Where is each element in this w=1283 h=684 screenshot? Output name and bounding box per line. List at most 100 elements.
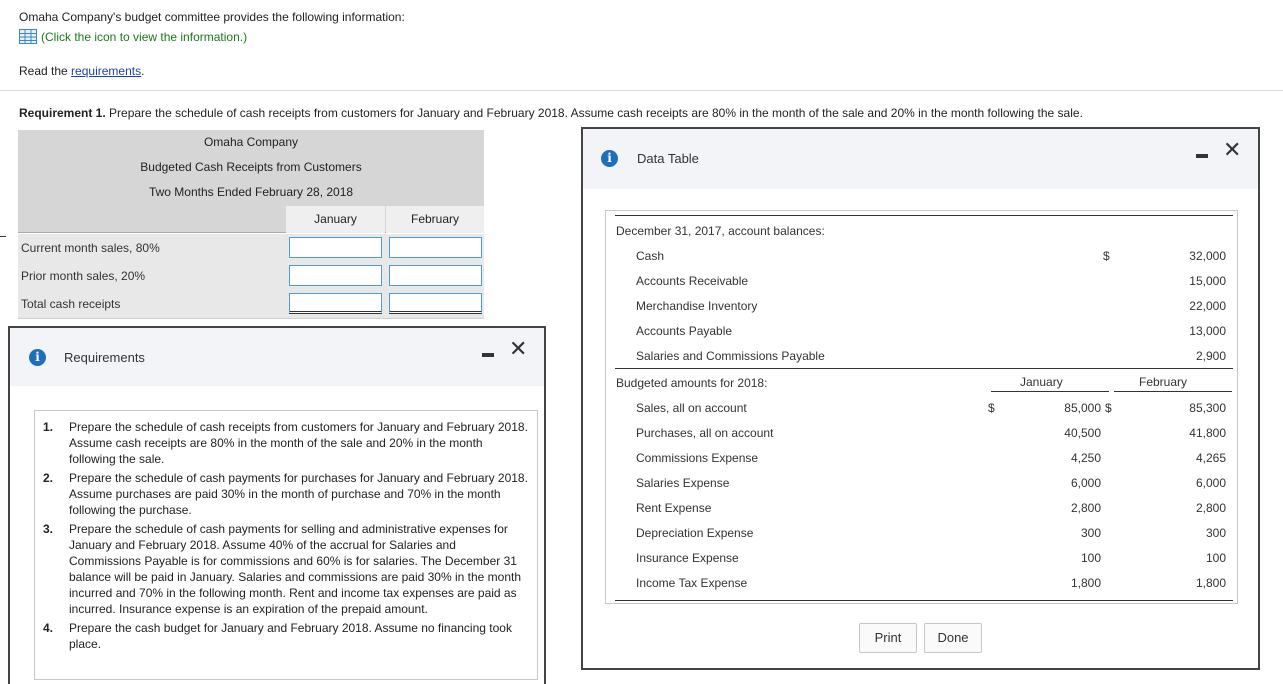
requirements-link[interactable]: requirements — [71, 64, 141, 78]
budget-february-value: 85,300 — [1189, 401, 1226, 415]
column-january: January — [286, 206, 385, 233]
budget-label: Depreciation Expense — [636, 526, 754, 540]
balance-value: 2,900 — [1195, 349, 1226, 363]
item-text: Prepare the cash budget for January and … — [69, 621, 512, 651]
list-item: 2. Prepare the schedule of cash payments… — [43, 470, 531, 518]
input-current-january[interactable] — [289, 237, 382, 258]
balance-value: 22,000 — [1189, 299, 1226, 313]
budget-heading: Budgeted amounts for 2018: — [616, 376, 768, 390]
input-total-february[interactable] — [389, 293, 482, 314]
item-text: Prepare the schedule of cash receipts fr… — [69, 420, 528, 466]
row-label: Total cash receipts — [21, 297, 121, 311]
budget-currency: $ — [988, 401, 995, 415]
budget-label: Insurance Expense — [636, 551, 739, 565]
balance-value: 32,000 — [1189, 249, 1226, 263]
list-item: 4. Prepare the cash budget for January a… — [43, 620, 531, 652]
budget-col-january: January — [1020, 375, 1063, 389]
item-text: Prepare the schedule of cash payments fo… — [69, 522, 522, 616]
read-requirements-line: Read the requirements. — [19, 64, 144, 78]
budget-january-value: 40,500 — [1064, 426, 1101, 440]
balance-label: Accounts Receivable — [636, 274, 749, 288]
budget-january-value: 2,800 — [1070, 501, 1101, 515]
close-icon[interactable]: ✕ — [509, 339, 527, 361]
item-number: 4. — [43, 621, 54, 635]
budget-january-value: 300 — [1080, 526, 1101, 540]
info-icon: i — [29, 349, 46, 366]
requirement-1-label: Requirement 1. — [19, 106, 106, 120]
budget-label: Sales, all on account — [636, 401, 747, 415]
click-icon-text: (Click the icon to view the information.… — [41, 29, 248, 44]
rule-top — [615, 215, 1233, 216]
divider — [0, 90, 1283, 91]
schedule-company: Omaha Company — [203, 135, 299, 149]
budget-february-value: 2,800 — [1195, 501, 1226, 515]
column-february: February — [386, 206, 484, 233]
input-prior-january[interactable] — [289, 265, 382, 286]
input-prior-february[interactable] — [389, 265, 482, 286]
info-link-row[interactable]: (Click the icon to view the information.… — [19, 29, 247, 44]
item-number: 2. — [43, 471, 54, 485]
budget-february-value: 300 — [1205, 526, 1226, 540]
data-table: December 31, 2017, account balances: Cas… — [605, 210, 1238, 604]
balances-heading: December 31, 2017, account balances: — [616, 224, 825, 238]
budget-currency: $ — [1105, 401, 1112, 415]
requirement-1-body: Prepare the schedule of cash receipts fr… — [105, 106, 1083, 120]
balance-value: 15,000 — [1189, 274, 1226, 288]
budget-january-value: 4,250 — [1070, 451, 1101, 465]
budget-january-value: 85,000 — [1064, 401, 1101, 415]
budget-february-value: 100 — [1205, 551, 1226, 565]
schedule-title: Budgeted Cash Receipts from Customers — [140, 160, 362, 174]
rule-mid — [615, 368, 1233, 369]
budget-label: Salaries Expense — [636, 476, 730, 490]
item-number: 3. — [43, 522, 54, 536]
february-underline — [1114, 391, 1232, 392]
budget-january-value: 100 — [1080, 551, 1101, 565]
requirements-title: Requirements — [64, 350, 145, 365]
read-prefix: Read the — [19, 64, 72, 78]
budget-january-value: 1,800 — [1070, 576, 1101, 590]
balance-currency: $ — [1103, 249, 1110, 263]
data-table-titlebar[interactable]: i Data Table ✕ — [583, 129, 1258, 189]
requirements-dialog: i Requirements ✕ 1. Prepare the schedule… — [8, 326, 546, 684]
done-button[interactable]: Done — [924, 623, 982, 653]
schedule-row-current: Current month sales, 80% — [18, 234, 484, 263]
schedule-column-headers: January February — [18, 206, 484, 233]
data-table-title: Data Table — [637, 151, 699, 166]
budget-january-value: 6,000 — [1070, 476, 1101, 490]
budget-label: Rent Expense — [636, 501, 712, 515]
balance-value: 13,000 — [1189, 324, 1226, 338]
minimize-icon[interactable] — [482, 353, 494, 357]
balance-label: Salaries and Commissions Payable — [636, 349, 825, 363]
list-item: 1. Prepare the schedule of cash receipts… — [43, 419, 531, 467]
print-button[interactable]: Print — [859, 623, 917, 653]
january-underline — [991, 391, 1109, 392]
budget-col-february: February — [1139, 375, 1188, 389]
minimize-icon[interactable] — [1196, 154, 1208, 158]
budget-february-value: 41,800 — [1189, 426, 1226, 440]
requirements-list: 1. Prepare the schedule of cash receipts… — [34, 410, 538, 680]
schedule-header: Omaha Company Budgeted Cash Receipts fro… — [18, 130, 484, 206]
budget-february-value: 1,800 — [1195, 576, 1226, 590]
data-table-dialog: i Data Table ✕ December 31, 2017, accoun… — [581, 127, 1260, 670]
list-item: 3. Prepare the schedule of cash payments… — [43, 521, 531, 617]
info-icon: i — [601, 150, 618, 167]
budget-label: Income Tax Expense — [636, 576, 748, 590]
schedule-row-total: Total cash receipts — [18, 290, 484, 319]
item-text: Prepare the schedule of cash payments fo… — [69, 471, 528, 517]
balance-label: Merchandise Inventory — [636, 299, 758, 313]
budget-february-value: 6,000 — [1195, 476, 1226, 490]
edge-marker — [0, 236, 6, 237]
budget-label: Commissions Expense — [636, 451, 759, 465]
row-label: Prior month sales, 20% — [21, 269, 146, 283]
item-number: 1. — [43, 420, 54, 434]
input-total-january[interactable] — [289, 293, 382, 314]
requirements-titlebar[interactable]: i Requirements ✕ — [10, 328, 544, 386]
data-table-icon[interactable] — [19, 29, 37, 44]
balance-label: Accounts Payable — [636, 324, 733, 338]
schedule-period: Two Months Ended February 28, 2018 — [148, 185, 354, 199]
row-label: Current month sales, 80% — [21, 241, 160, 255]
schedule-row-prior: Prior month sales, 20% — [18, 262, 484, 291]
input-current-february[interactable] — [389, 237, 482, 258]
read-suffix: . — [141, 64, 145, 78]
close-icon[interactable]: ✕ — [1223, 140, 1241, 162]
